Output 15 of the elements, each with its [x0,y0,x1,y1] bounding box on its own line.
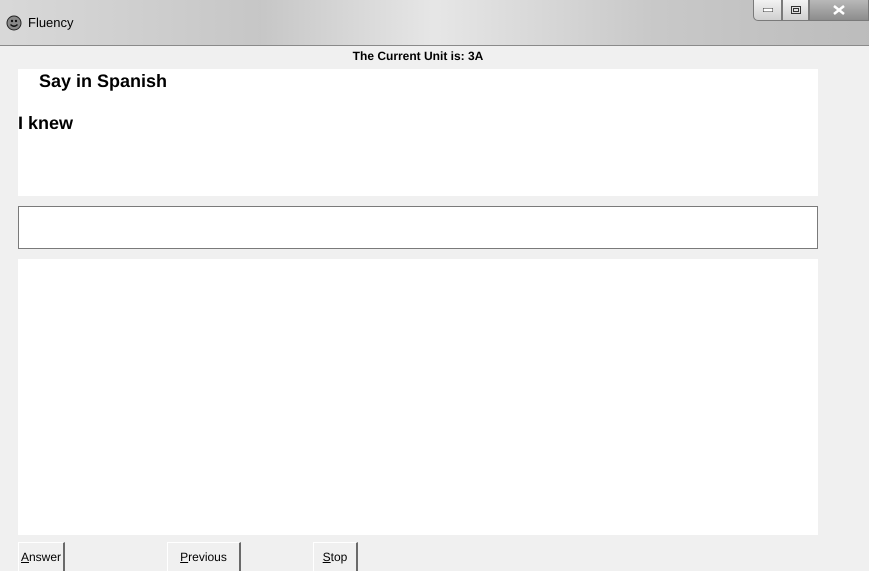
answer-input-field[interactable] [18,206,818,249]
minimize-button[interactable] [753,0,782,21]
instruction-text: Say in Spanish [38,71,168,92]
action-button[interactable]: Previous [167,542,241,571]
maximize-icon [790,6,800,14]
window-title: Fluency [28,15,74,30]
action-button[interactable]: Answer [18,542,65,571]
action-button[interactable]: Stop [313,542,358,571]
close-button[interactable] [809,0,869,21]
smiley-icon [6,14,22,30]
phrase-text: I knew [18,113,74,134]
maximize-button[interactable] [782,0,809,21]
minimize-icon [762,8,772,12]
close-icon [833,5,845,15]
current-unit-label: The Current Unit is: 3A [352,48,484,65]
